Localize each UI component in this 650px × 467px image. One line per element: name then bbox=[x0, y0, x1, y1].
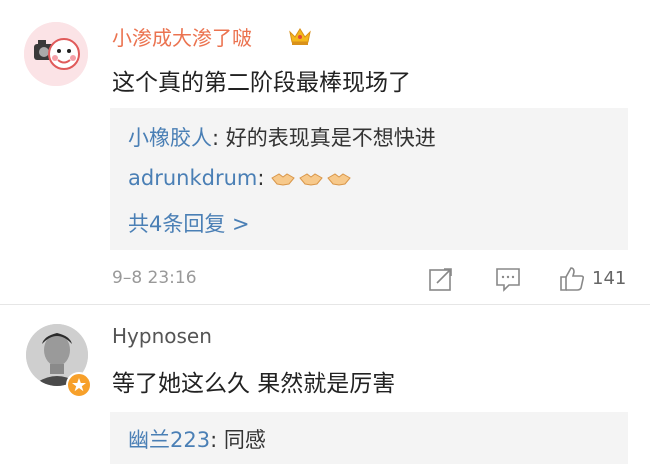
reply-separator: : bbox=[210, 428, 224, 452]
verified-badge-icon bbox=[66, 372, 92, 398]
camera-avatar-icon bbox=[24, 22, 88, 86]
share-icon[interactable] bbox=[427, 265, 455, 293]
comment-text: 等了她这么久 果然就是厉害 bbox=[112, 371, 396, 397]
reply-text: 好的表现真是不想快进 bbox=[225, 126, 436, 150]
reply-box[interactable]: 幽兰223: 同感 bbox=[110, 412, 628, 464]
reply-item[interactable]: 幽兰223: 同感 bbox=[128, 424, 266, 454]
reply-separator: : bbox=[257, 166, 272, 190]
username[interactable]: Hypnosen bbox=[112, 324, 212, 348]
comment-text: 这个真的第二阶段最棒现场了 bbox=[112, 70, 411, 96]
comment-item: 小渗成大渗了啵 这个真的第二阶段最棒现场了 小橡胶人: 好的表现真是不想快进 a… bbox=[0, 0, 650, 304]
like-count: 141 bbox=[592, 268, 627, 289]
crown-badge-icon bbox=[289, 28, 311, 45]
reply-box[interactable]: 小橡胶人: 好的表现真是不想快进 adrunkdrum: 共4条回复 > bbox=[110, 108, 628, 250]
reply-author[interactable]: 小橡胶人 bbox=[128, 126, 212, 150]
comment-icon[interactable] bbox=[494, 265, 522, 293]
handshake-icon bbox=[327, 173, 351, 186]
username[interactable]: 小渗成大渗了啵 bbox=[112, 22, 252, 51]
handshake-icon bbox=[271, 173, 295, 186]
reply-author[interactable]: 幽兰223 bbox=[128, 428, 210, 452]
reply-item[interactable]: 小橡胶人: 好的表现真是不想快进 bbox=[128, 122, 436, 152]
more-replies-link[interactable]: 共4条回复 > bbox=[128, 208, 250, 238]
reply-author[interactable]: adrunkdrum bbox=[128, 166, 257, 190]
timestamp: 9–8 23:16 bbox=[112, 268, 197, 288]
handshake-icon bbox=[299, 173, 323, 186]
reply-item[interactable]: adrunkdrum: bbox=[128, 166, 355, 190]
reply-text: 同感 bbox=[223, 428, 266, 452]
user-avatar[interactable] bbox=[24, 22, 88, 86]
like-icon[interactable] bbox=[558, 265, 586, 293]
reply-separator: : bbox=[212, 126, 226, 150]
